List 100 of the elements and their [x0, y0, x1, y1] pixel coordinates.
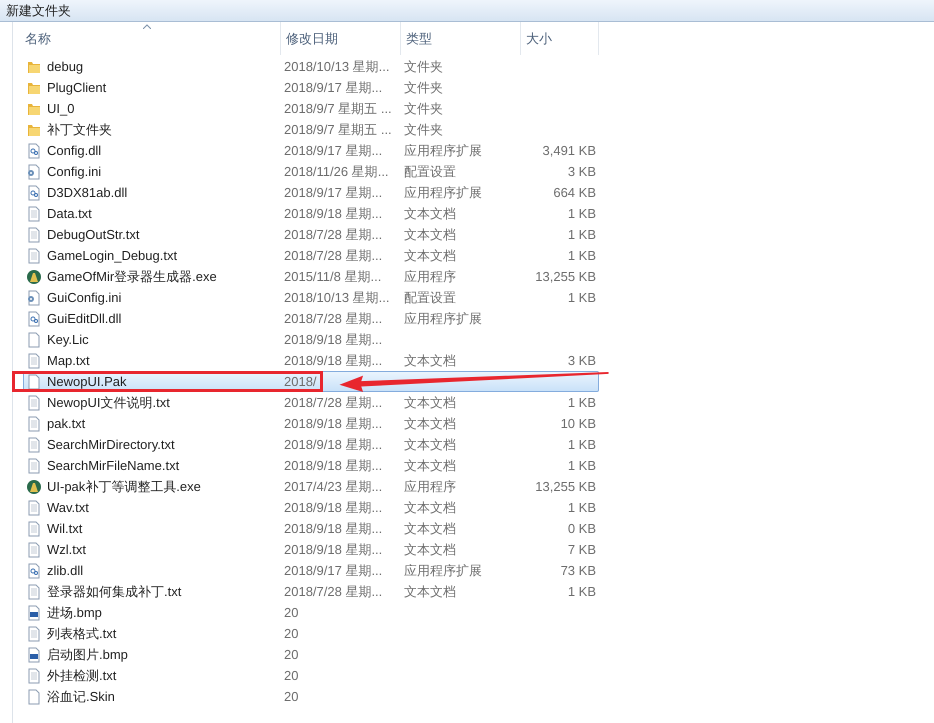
file-type: 文本文档: [404, 394, 456, 410]
modified-date: 2018/7/28 星期...: [284, 226, 382, 242]
text-document-icon: [26, 416, 42, 432]
file-row[interactable]: 启动图片.bmp 20: [23, 644, 599, 665]
file-type: 应用程序: [404, 268, 456, 284]
file-name: zlib.dll: [47, 562, 84, 580]
modified-date: 2018/9/18 星期...: [284, 436, 382, 452]
modified-date: 2018/9/17 星期...: [284, 142, 382, 158]
file-row[interactable]: 登录器如何集成补丁.txt 2018/7/28 星期... 文本文档 1 KB: [23, 581, 599, 602]
file-size: 13,255 KB: [535, 478, 596, 494]
file-row[interactable]: 列表格式.txt 20: [23, 623, 599, 644]
file-row[interactable]: UI-pak补丁等调整工具.exe 2017/4/23 星期... 应用程序 13,255 KB: [23, 476, 599, 497]
file-size: 1 KB: [568, 500, 596, 515]
file-type: 应用程序扩展: [404, 184, 482, 200]
modified-date: 20: [284, 604, 298, 620]
text-document-icon: [26, 500, 42, 516]
file-row[interactable]: GameOfMir登录器生成器.exe 2015/11/8 星期... 应用程序 13,255 KB: [23, 266, 599, 287]
file-row[interactable]: zlib.dll 2018/9/17 星期... 应用程序扩展 73 KB: [23, 560, 599, 581]
file-row[interactable]: PlugClient 2018/9/17 星期... 文件夹: [23, 77, 599, 98]
file-name: Wil.txt: [47, 520, 82, 538]
file-type: 文本文档: [404, 584, 456, 599]
gear-document-icon: [26, 164, 42, 180]
file-name: SearchMirFileName.txt: [47, 456, 180, 475]
modified-date: 2018/7/28 星期...: [284, 584, 382, 599]
modified-date: 2018/9/18 星期...: [284, 500, 382, 515]
file-row[interactable]: Config.dll 2018/9/17 星期... 应用程序扩展 3,491 KB: [23, 140, 599, 161]
file-name: debug: [47, 58, 84, 76]
file-row[interactable]: Wzl.txt 2018/9/18 星期... 文本文档 7 KB: [23, 539, 599, 560]
file-row[interactable]: 进场.bmp 20: [23, 602, 599, 623]
file-size: 13,255 KB: [535, 268, 596, 284]
text-document-icon: [26, 436, 42, 452]
file-type: 文件夹: [404, 80, 443, 95]
blank-document-icon: [26, 332, 42, 348]
file-type: 文件夹: [404, 122, 443, 137]
file-row[interactable]: Key.Lic 2018/9/18 星期...: [23, 329, 599, 350]
file-type: 配置设置: [404, 164, 456, 179]
file-row[interactable]: Map.txt 2018/9/18 星期... 文本文档 3 KB: [23, 350, 599, 371]
file-type: 文本文档: [404, 542, 456, 557]
file-row[interactable]: DebugOutStr.txt 2018/7/28 星期... 文本文档 1 KB: [23, 224, 599, 245]
blank-document-icon: [26, 688, 42, 704]
file-name: GuiConfig.ini: [47, 288, 122, 307]
file-row[interactable]: 外挂检测.txt 20: [23, 665, 599, 686]
file-row[interactable]: Wav.txt 2018/9/18 星期... 文本文档 1 KB: [23, 497, 599, 518]
text-document-icon: [26, 626, 42, 642]
file-type: 应用程序扩展: [404, 142, 482, 158]
file-type: 文本文档: [404, 226, 456, 242]
file-row[interactable]: GameLogin_Debug.txt 2018/7/28 星期... 文本文档 1 KB: [23, 245, 599, 266]
modified-date: 2018/9/17 星期...: [284, 184, 382, 200]
modified-date: 2018/10/13 星期...: [284, 58, 390, 74]
text-document-icon: [26, 394, 42, 410]
file-row[interactable]: Config.ini 2018/11/26 星期... 配置设置 3 KB: [23, 161, 599, 182]
column-header[interactable]: 名称: [13, 22, 281, 55]
file-size: 10 KB: [560, 416, 596, 431]
file-size: 1 KB: [568, 290, 596, 305]
text-document-icon: [26, 542, 42, 558]
file-name: Key.Lic: [47, 330, 89, 349]
file-row[interactable]: NewopUI文件说明.txt 2018/7/28 星期... 文本文档 1 KB: [23, 392, 599, 413]
sort-caret-icon: [142, 24, 150, 29]
file-name: 登录器如何集成补丁.txt: [47, 582, 182, 601]
file-row[interactable]: 补丁文件夹 2018/9/7 星期五 ... 文件夹: [23, 119, 599, 140]
file-row[interactable]: SearchMirFileName.txt 2018/9/18 星期... 文本文档 1 KB: [23, 455, 599, 476]
file-row[interactable]: pak.txt 2018/9/18 星期... 文本文档 10 KB: [23, 413, 599, 434]
file-row[interactable]: GuiEditDll.dll 2018/7/28 星期... 应用程序扩展: [23, 308, 599, 329]
file-size: 664 KB: [553, 184, 596, 200]
file-row[interactable]: D3DX81ab.dll 2018/9/17 星期... 应用程序扩展 664 KB: [23, 182, 599, 203]
gear-document-icon: [26, 310, 42, 326]
file-size: 1 KB: [568, 584, 596, 599]
file-size: 1 KB: [568, 206, 596, 221]
modified-date: 2018/11/26 星期...: [284, 164, 389, 179]
file-row[interactable]: debug 2018/10/13 星期... 文件夹: [23, 56, 599, 77]
modified-date: 2018/9/18 星期...: [284, 332, 382, 347]
modified-date: 2018/9/17 星期...: [284, 80, 382, 95]
file-row[interactable]: UI_0 2018/9/7 星期五 ... 文件夹: [23, 98, 599, 119]
modified-date: 2018/9/18 星期...: [284, 352, 382, 368]
text-document-icon: [26, 584, 42, 600]
text-document-icon: [26, 668, 42, 684]
modified-date: 2018/9/18 星期...: [284, 416, 382, 431]
file-type: 文本文档: [404, 416, 456, 431]
file-type: 文本文档: [404, 458, 456, 473]
modified-date: 2015/11/8 星期...: [284, 268, 382, 284]
file-row[interactable]: 浴血记.Skin 20: [23, 686, 599, 707]
file-size: 73 KB: [560, 562, 596, 578]
file-row[interactable]: Wil.txt 2018/9/18 星期... 文本文档 0 KB: [23, 518, 599, 539]
modified-date: 2018/10/13 星期...: [284, 290, 390, 305]
modified-date: 20: [284, 626, 298, 641]
file-name: 列表格式.txt: [47, 624, 116, 643]
file-row[interactable]: SearchMirDirectory.txt 2018/9/18 星期... 文本文档 1 KB: [23, 434, 599, 455]
file-name: NewopUI.Pak: [47, 372, 126, 391]
file-name: GameLogin_Debug.txt: [47, 246, 178, 265]
modified-date: 20: [284, 668, 298, 683]
text-document-icon: [26, 226, 42, 242]
text-document-icon: [26, 206, 42, 222]
file-row[interactable]: Data.txt 2018/9/18 星期... 文本文档 1 KB: [23, 203, 599, 224]
column-header[interactable]: 修改日期: [281, 22, 401, 55]
column-header[interactable]: 类型: [401, 22, 521, 55]
file-row[interactable]: GuiConfig.ini 2018/10/13 星期... 配置设置 1 KB: [23, 287, 599, 308]
file-type: 文本文档: [404, 500, 456, 515]
column-header[interactable]: 大小: [521, 22, 599, 55]
file-name: NewopUI文件说明.txt: [47, 394, 170, 412]
file-name: Config.ini: [47, 162, 102, 181]
